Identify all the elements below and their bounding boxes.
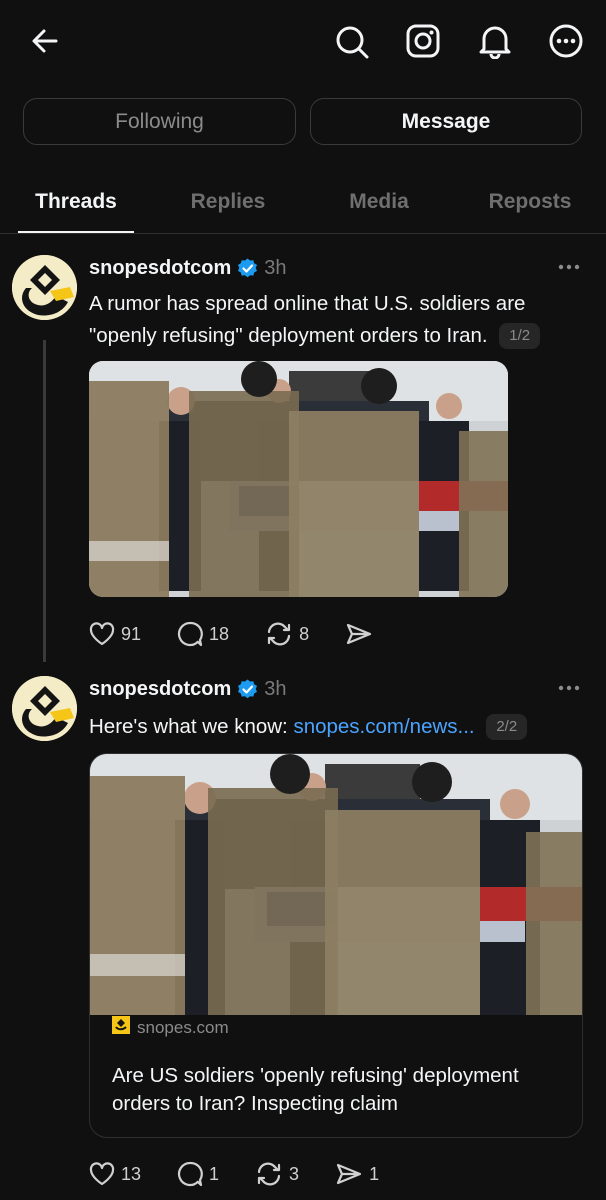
reply-button[interactable]: 1 (177, 1161, 219, 1187)
snopes-favicon-icon (112, 1016, 130, 1039)
post-time: 3h (264, 678, 287, 700)
post-time: 3h (264, 257, 287, 279)
heart-icon (89, 1162, 115, 1186)
post-more-icon[interactable] (558, 681, 580, 699)
instagram-icon[interactable] (405, 23, 441, 59)
thread-pager: 2/2 (486, 714, 528, 740)
link-preview-card[interactable]: snopes.com Are US soldiers 'openly refus… (89, 753, 583, 1138)
thread-pager: 1/2 (499, 323, 541, 349)
link-preview-image (90, 754, 582, 1015)
message-button[interactable]: Message (310, 98, 582, 145)
share-button[interactable] (345, 622, 373, 646)
tab-reposts[interactable]: Reposts (454, 170, 606, 233)
comment-icon (178, 621, 203, 647)
post-more-icon[interactable] (558, 260, 580, 278)
tab-replies[interactable]: Replies (152, 170, 304, 233)
like-button[interactable]: 91 (89, 622, 141, 646)
like-count: 91 (121, 623, 142, 644)
link-title: Are US soldiers 'openly refusing' deploy… (112, 1064, 519, 1115)
post-body: Here's what we know: (89, 715, 294, 738)
post-header: snopesdotcom 3h (89, 678, 287, 701)
like-count: 13 (121, 1163, 142, 1184)
thread-connector (43, 340, 46, 662)
post-body: A rumor has spread online that U.S. sold… (89, 292, 526, 347)
share-button[interactable]: 1 (335, 1162, 379, 1186)
post-link[interactable]: snopes.com/news... (293, 715, 474, 738)
reply-count: 18 (209, 623, 230, 644)
post-header: snopesdotcom 3h (89, 257, 287, 280)
avatar[interactable] (12, 676, 77, 741)
share-count: 1 (369, 1163, 380, 1184)
reply-button[interactable]: 18 (177, 621, 229, 647)
username[interactable]: snopesdotcom (89, 678, 231, 701)
repost-count: 8 (299, 623, 310, 644)
username[interactable]: snopesdotcom (89, 257, 231, 280)
post-photo[interactable] (89, 361, 508, 597)
bell-icon[interactable] (477, 23, 513, 59)
following-button[interactable]: Following (23, 98, 296, 145)
repost-icon (267, 622, 291, 646)
avatar[interactable] (12, 255, 77, 320)
repost-icon (257, 1162, 281, 1186)
verified-badge-icon (237, 679, 258, 700)
top-bar (0, 0, 606, 86)
back-arrow-icon[interactable] (28, 24, 62, 58)
link-domain: snopes.com (137, 1017, 229, 1037)
tab-media[interactable]: Media (303, 170, 455, 233)
send-icon (336, 1163, 362, 1185)
search-icon[interactable] (334, 24, 370, 60)
post-actions: 91 18 8 (89, 620, 373, 648)
active-tab-indicator (18, 231, 134, 233)
more-circle-icon[interactable] (548, 23, 584, 59)
post-text: Here's what we know: snopes.com/news... … (89, 711, 579, 743)
repost-count: 3 (289, 1163, 300, 1184)
heart-icon (89, 622, 115, 646)
link-source: snopes.com (112, 1016, 229, 1039)
repost-button[interactable]: 3 (255, 1161, 299, 1187)
comment-icon (178, 1161, 203, 1187)
post-text: A rumor has spread online that U.S. sold… (89, 288, 579, 352)
repost-button[interactable]: 8 (265, 621, 309, 647)
post-actions: 13 1 3 1 (89, 1160, 379, 1188)
like-button[interactable]: 13 (89, 1162, 141, 1186)
profile-tabs: Threads Replies Media Reposts (0, 170, 606, 234)
send-icon (346, 623, 372, 645)
verified-badge-icon (237, 258, 258, 279)
reply-count: 1 (209, 1163, 220, 1184)
tab-threads[interactable]: Threads (0, 170, 152, 233)
